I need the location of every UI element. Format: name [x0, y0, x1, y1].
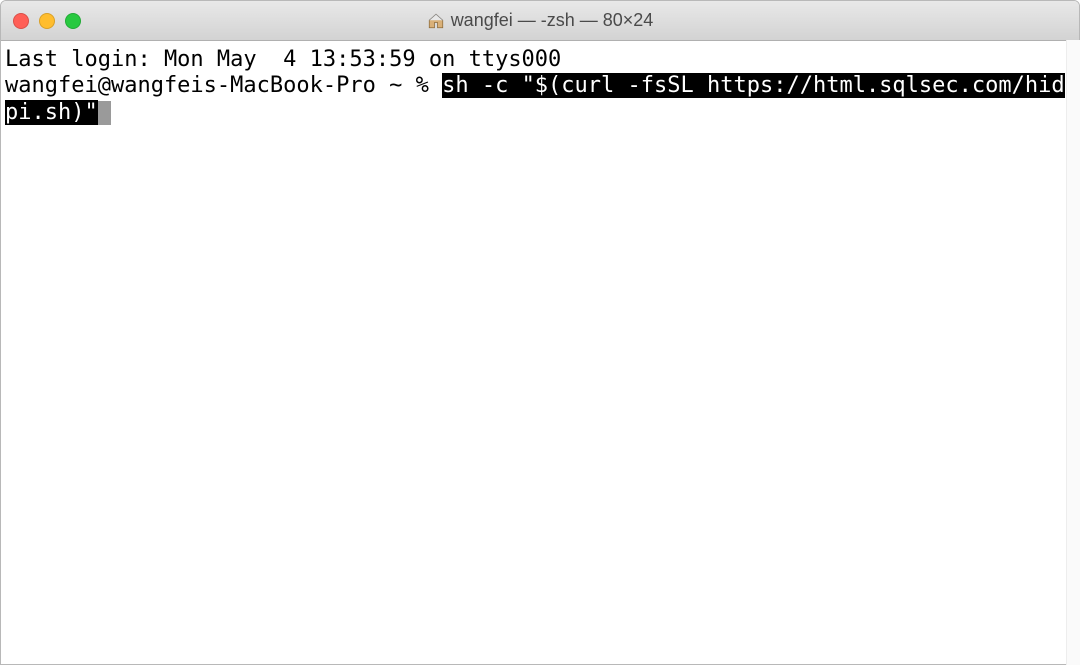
last-login-line: Last login: Mon May 4 13:53:59 on ttys00…	[5, 47, 1075, 73]
terminal-window: wangfei — -zsh — 80×24 Last login: Mon M…	[0, 0, 1080, 665]
command-selection-part1[interactable]: sh -c "$(curl -fsSL https://html.sqlsec.…	[442, 73, 1065, 98]
titlebar[interactable]: wangfei — -zsh — 80×24	[1, 1, 1079, 41]
minimize-button[interactable]	[39, 13, 55, 29]
command-selection-part2[interactable]: pi.sh)"	[5, 100, 98, 125]
shell-prompt: wangfei@wangfeis-MacBook-Pro ~ %	[5, 73, 442, 98]
traffic-lights	[13, 13, 81, 29]
scrollbar[interactable]	[1066, 40, 1080, 665]
window-title: wangfei — -zsh — 80×24	[451, 10, 654, 31]
maximize-button[interactable]	[65, 13, 81, 29]
terminal-body[interactable]: Last login: Mon May 4 13:53:59 on ttys00…	[1, 41, 1079, 664]
close-button[interactable]	[13, 13, 29, 29]
cursor	[98, 101, 111, 125]
title-container: wangfei — -zsh — 80×24	[1, 10, 1079, 31]
home-icon	[427, 12, 445, 30]
